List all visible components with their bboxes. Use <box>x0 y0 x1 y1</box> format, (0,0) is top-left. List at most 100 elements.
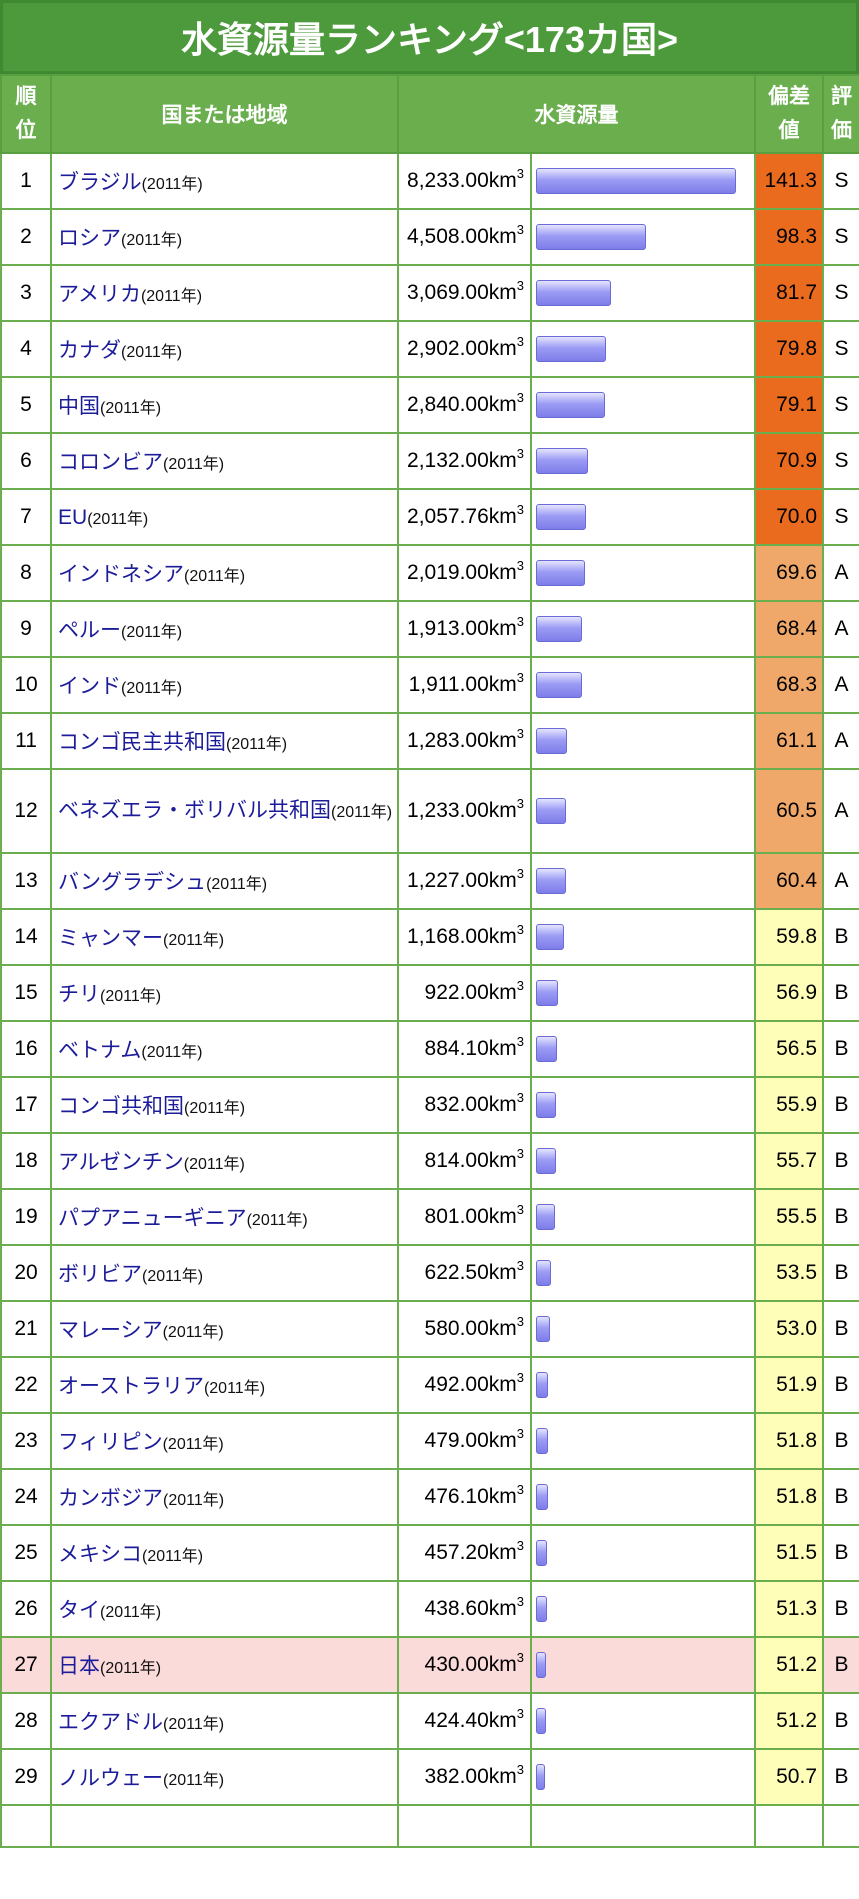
amount-bar <box>536 224 646 250</box>
amount-bar <box>536 1316 550 1342</box>
country-link[interactable]: パプアニューギニア <box>58 1207 247 1230</box>
amount-cell: 801.00km3 <box>397 1188 532 1246</box>
amount-exponent: 3 <box>516 1706 524 1721</box>
country-link[interactable]: ベネズエラ・ボリバル共和国 <box>58 799 331 822</box>
amount-bar <box>536 560 585 586</box>
year-label: (2011年) <box>100 1604 162 1621</box>
country-link[interactable]: マレーシア <box>58 1319 163 1342</box>
amount-exponent: 3 <box>516 1370 524 1385</box>
amount-unit: km <box>488 1485 517 1508</box>
country-link[interactable]: バングラデシュ <box>58 871 206 894</box>
table-row: 16 ベトナム(2011年) 884.10km3 56.5 B <box>0 1020 859 1078</box>
amount-unit: km <box>488 561 517 584</box>
year-label: (2011年) <box>100 1660 162 1677</box>
deviation-cell: 141.3 <box>754 152 824 210</box>
deviation-cell: 51.3 <box>754 1580 824 1638</box>
deviation-cell: 70.0 <box>754 488 824 546</box>
rank-cell: 23 <box>0 1412 52 1470</box>
amount-unit: km <box>488 1149 517 1172</box>
table-row: 28 エクアドル(2011年) 424.40km3 51.2 B <box>0 1692 859 1750</box>
amount-unit: km <box>488 673 517 696</box>
amount-value: 2,057.76 <box>407 505 489 528</box>
empty-cell <box>822 1804 859 1848</box>
year-label: (2011年) <box>163 1772 225 1789</box>
year-label: (2011年) <box>331 804 393 822</box>
country-link[interactable]: フィリピン <box>58 1431 163 1454</box>
deviation-cell: 68.3 <box>754 656 824 714</box>
country-link[interactable]: インドネシア <box>58 563 184 586</box>
country-link[interactable]: ノルウェー <box>58 1767 163 1790</box>
country-link[interactable]: インド <box>58 675 121 698</box>
amount-cell: 492.00km3 <box>397 1356 532 1414</box>
amount-exponent: 3 <box>516 922 524 937</box>
amount-value: 2,019.00 <box>407 561 489 584</box>
country-link[interactable]: オーストラリア <box>58 1375 204 1398</box>
year-label: (2011年) <box>140 288 203 305</box>
country-link[interactable]: カナダ <box>58 339 121 362</box>
year-label: (2011年) <box>100 988 162 1005</box>
country-link[interactable]: エクアドル <box>58 1711 163 1734</box>
amount-unit: km <box>488 799 517 822</box>
rank-cell: 1 <box>0 152 52 210</box>
country-cell: インド(2011年) <box>50 656 399 714</box>
country-link[interactable]: ミャンマー <box>58 927 163 950</box>
rank-cell: 9 <box>0 600 52 658</box>
amount-exponent: 3 <box>516 978 524 993</box>
country-link[interactable]: アメリカ <box>58 283 141 306</box>
deviation-cell: 53.5 <box>754 1244 824 1302</box>
amount-unit: km <box>488 1261 517 1284</box>
rank-cell: 13 <box>0 852 52 910</box>
rank-cell: 21 <box>0 1300 52 1358</box>
table-row: 24 カンボジア(2011年) 476.10km3 51.8 B <box>0 1468 859 1526</box>
country-link[interactable]: コンゴ共和国 <box>58 1095 184 1118</box>
country-cell: ノルウェー(2011年) <box>50 1748 399 1806</box>
amount-unit: km <box>488 449 517 472</box>
amount-value: 884.10 <box>424 1037 489 1060</box>
grade-cell: B <box>822 908 859 966</box>
country-link[interactable]: カンボジア <box>58 1487 163 1510</box>
country-link[interactable]: 日本 <box>58 1655 100 1678</box>
amount-exponent: 3 <box>516 1538 524 1553</box>
country-link[interactable]: ブラジル <box>58 171 142 194</box>
bar-cell <box>530 1748 756 1806</box>
amount-exponent: 3 <box>516 1034 524 1049</box>
amount-unit: km <box>488 729 517 752</box>
amount-exponent: 3 <box>516 796 524 811</box>
amount-bar <box>536 924 564 950</box>
grade-cell: B <box>822 1188 859 1246</box>
country-cell: ベトナム(2011年) <box>50 1020 399 1078</box>
amount-exponent: 3 <box>516 446 524 461</box>
amount-value: 2,840.00 <box>407 393 489 416</box>
bar-cell <box>530 1636 756 1694</box>
grade-cell: A <box>822 544 859 602</box>
empty-cell <box>0 1804 52 1848</box>
country-link[interactable]: メキシコ <box>58 1543 142 1566</box>
country-link[interactable]: ベトナム <box>58 1039 141 1062</box>
amount-value: 801.00 <box>424 1205 489 1228</box>
table-row: 14 ミャンマー(2011年) 1,168.00km3 59.8 B <box>0 908 859 966</box>
grade-cell: B <box>822 1076 859 1134</box>
grade-cell: S <box>822 488 859 546</box>
amount-value: 8,233.00 <box>407 169 489 192</box>
country-link[interactable]: コンゴ民主共和国 <box>58 731 226 754</box>
country-link[interactable]: ボリビア <box>58 1263 142 1286</box>
country-link[interactable]: ペルー <box>58 619 121 642</box>
country-link[interactable]: EU <box>58 506 87 529</box>
year-label: (2011年) <box>163 1492 225 1509</box>
deviation-cell: 59.8 <box>754 908 824 966</box>
deviation-cell: 51.8 <box>754 1468 824 1526</box>
bar-cell <box>530 656 756 714</box>
bar-cell <box>530 1132 756 1190</box>
country-link[interactable]: コロンビア <box>58 451 163 474</box>
country-link[interactable]: 中国 <box>58 395 100 418</box>
year-label: (2011年) <box>121 344 183 361</box>
country-link[interactable]: ロシア <box>58 227 121 250</box>
amount-cell: 1,283.00km3 <box>397 712 532 770</box>
country-link[interactable]: チリ <box>58 983 100 1006</box>
grade-cell: B <box>822 1524 859 1582</box>
country-link[interactable]: タイ <box>58 1599 100 1622</box>
bar-cell <box>530 1300 756 1358</box>
country-link[interactable]: アルゼンチン <box>58 1151 184 1174</box>
amount-cell: 1,911.00km3 <box>397 656 532 714</box>
amount-bar <box>536 868 566 894</box>
